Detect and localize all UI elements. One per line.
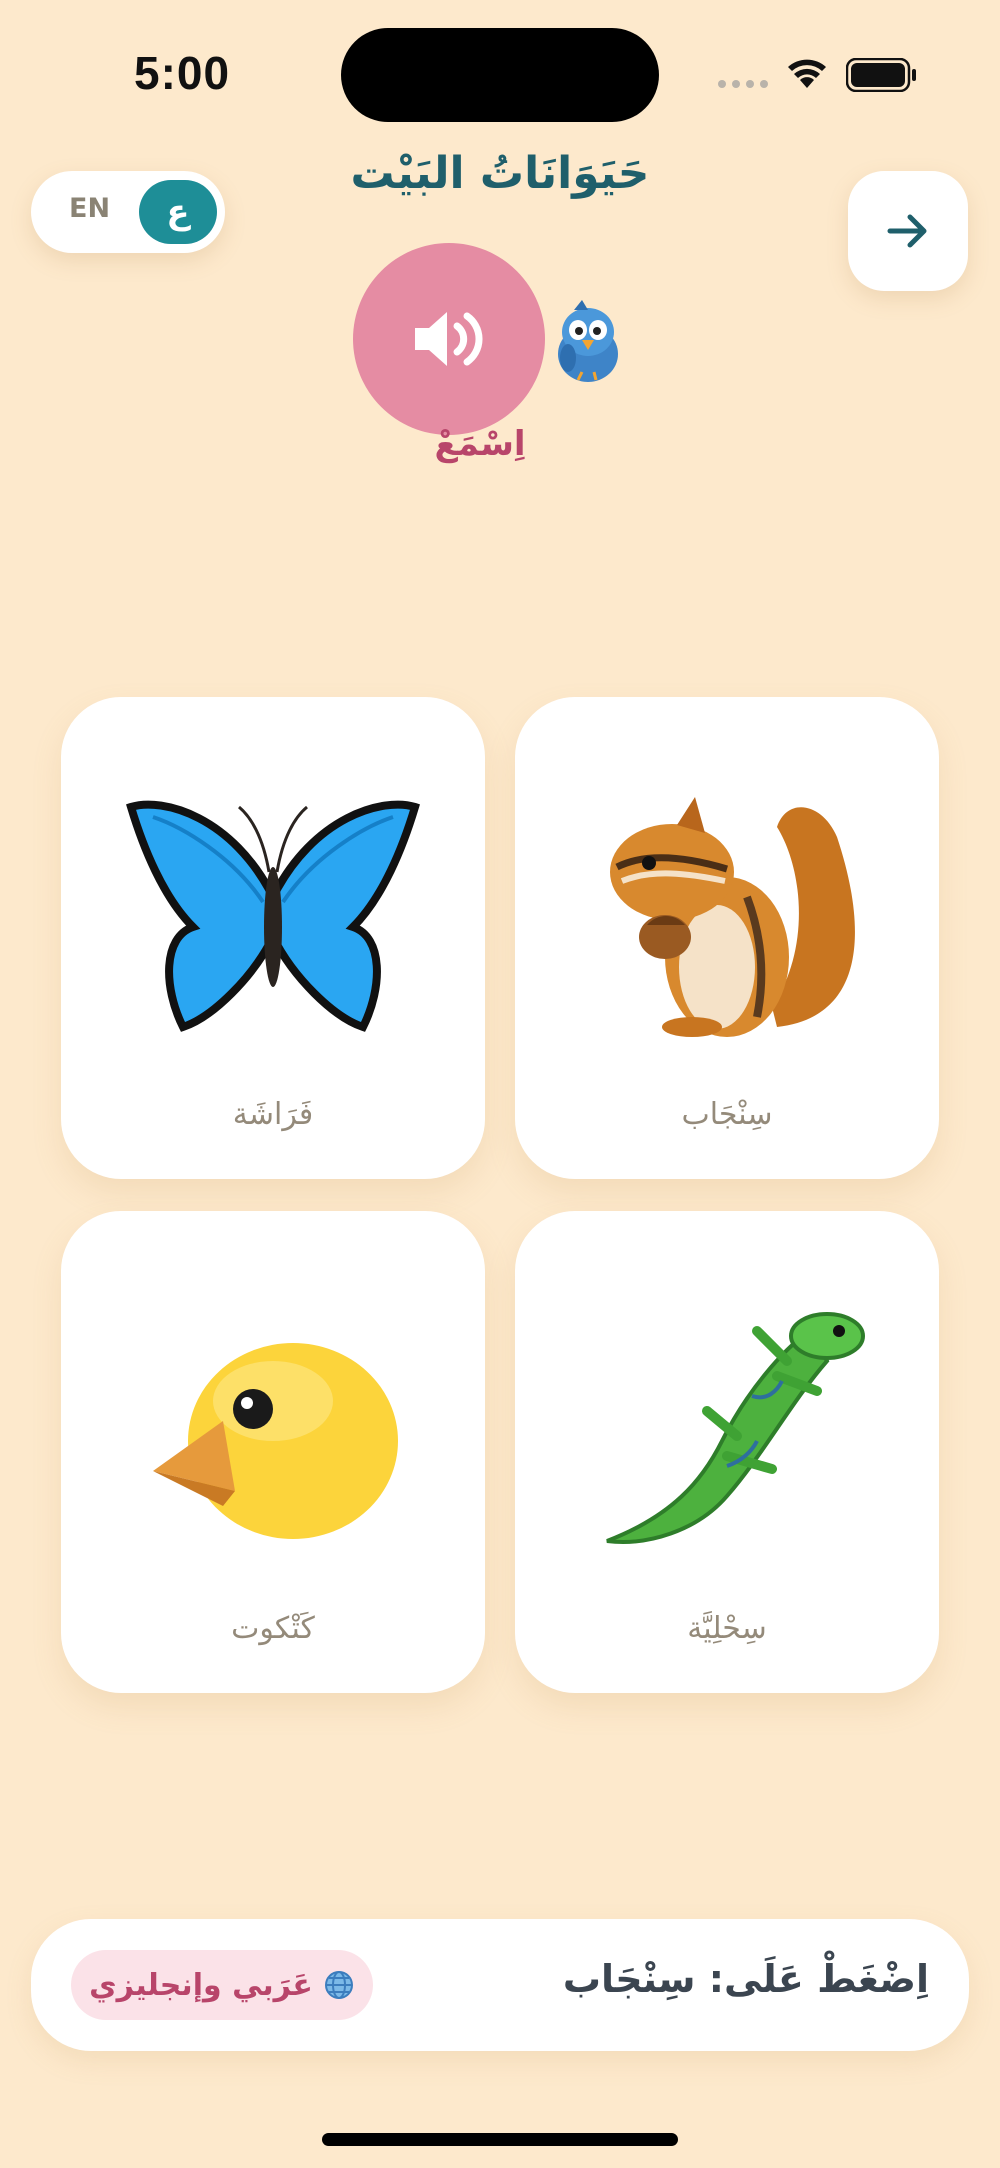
lang-option-en[interactable]: EN [69,193,110,224]
next-button[interactable] [848,171,968,291]
battery-icon [846,58,916,92]
page-title: حَيَوَانَاتُ البَيْت [350,148,650,199]
dynamic-island [341,28,659,122]
card-label-lizard: سِحْلِيَّة [687,1611,767,1646]
card-chick[interactable]: كَتْكوت [61,1211,485,1693]
card-label-squirrel: سِنْجَاب [681,1097,773,1132]
butterfly-icon [126,800,420,1032]
card-squirrel[interactable]: سِنْجَاب [515,697,939,1179]
prompt-text: اِضْغَطْ عَلَى: سِنْجَاب [562,1957,929,2001]
language-toggle[interactable]: EN ع [31,171,225,253]
home-indicator[interactable] [322,2133,678,2146]
card-lizard[interactable]: سِحْلِيَّة [515,1211,939,1693]
chipmunk-icon [610,797,855,1037]
card-label-butterfly: فَرَاشَة [232,1097,314,1132]
card-butterfly[interactable]: فَرَاشَة [61,697,485,1179]
wifi-icon [788,59,826,88]
listen-label: اِسْمَعْ [434,424,526,464]
arrow-right-icon [887,214,927,248]
app-screen: 5:00 EN ع حَيَوَانَاتُ البَيْت اِسْمَعْ … [0,0,1000,2168]
card-label-chick: كَتْكوت [231,1611,315,1646]
listen-button[interactable] [353,243,545,435]
cellular-icon [718,80,768,88]
prompt-bar: اِضْغَطْ عَلَى: سِنْجَاب عَرَبي وإنجليزي [31,1919,969,2051]
language-mode-chip[interactable]: عَرَبي وإنجليزي [71,1950,373,2020]
globe-icon [324,1971,353,1999]
speaker-icon [415,312,483,366]
mode-chip-label: عَرَبي وإنجليزي [89,1967,313,2003]
lizard-icon [606,1312,865,1544]
status-time: 5:00 [134,47,231,99]
lang-option-arabic[interactable]: ع [139,180,217,244]
bird-mascot-icon [558,300,618,382]
chick-icon [153,1343,398,1539]
